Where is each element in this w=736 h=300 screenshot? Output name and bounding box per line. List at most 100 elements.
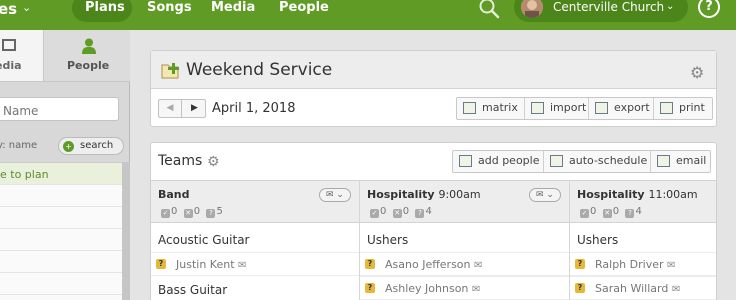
- person-icon: [82, 38, 96, 54]
- unconfirmed-icon: ?: [206, 209, 216, 218]
- team-header: Hospitality 9:00am ✉ ⌄ ✓ 0 ✕ 0 ? 4: [360, 180, 569, 223]
- page-title: Weekend Service: [186, 60, 333, 80]
- tab-people[interactable]: People: [44, 30, 130, 82]
- add-people-button[interactable]: add people: [453, 151, 544, 172]
- search-button[interactable]: + search: [58, 137, 124, 155]
- envelope-icon: [657, 155, 670, 167]
- person-row[interactable]: ? Sarah Willard ✉: [570, 276, 716, 300]
- help-icon[interactable]: ?: [698, 0, 720, 18]
- person-name: Ashley Johnson ✉: [385, 282, 481, 295]
- app-brand[interactable]: es: [0, 0, 17, 18]
- teams-gear-icon[interactable]: ⚙: [207, 154, 220, 170]
- person-row[interactable]: ? Ralph Driver ✉: [570, 252, 716, 276]
- team-email-dropdown[interactable]: ✉ ⌄: [319, 188, 351, 202]
- tab-media[interactable]: edia: [0, 30, 44, 82]
- declined-icon: ✕: [392, 209, 402, 218]
- list-item[interactable]: [0, 229, 122, 251]
- team-header: Hospitality 11:00am ✓ 0 ✕ 0 ? 4: [570, 180, 716, 223]
- search-button-label: search: [80, 140, 114, 151]
- sidebar-scrollbar[interactable]: [122, 162, 130, 300]
- tab-people-label: People: [67, 59, 110, 72]
- previous-plan-button[interactable]: ◀: [159, 100, 182, 117]
- plan-folder-icon: [161, 63, 179, 79]
- team-name: Hospitality 11:00am: [577, 188, 698, 201]
- list-item[interactable]: [0, 251, 122, 273]
- search-plus-icon: +: [63, 141, 74, 152]
- export-icon: [595, 102, 608, 114]
- confirmed-icon: ✓: [370, 209, 379, 218]
- team-header: Band ✉ ⌄ ✓ 0 ✕ 0 ? 5: [151, 180, 359, 223]
- unconfirmed-status-icon: ?: [365, 259, 375, 269]
- position-label: Ushers: [367, 233, 409, 247]
- calendar-icon: [550, 155, 563, 167]
- export-button[interactable]: export: [589, 98, 654, 119]
- date-navigator: ◀ ▶: [158, 99, 206, 118]
- person-name: Asano Jefferson ✉: [385, 258, 483, 271]
- add-people-icon: [459, 155, 472, 167]
- search-icon[interactable]: [478, 0, 500, 19]
- position-label: Acoustic Guitar: [158, 233, 250, 247]
- position-label: Ushers: [577, 233, 619, 247]
- next-plan-button[interactable]: ▶: [183, 100, 206, 117]
- declined-icon: ✕: [602, 209, 612, 218]
- brand-chevron-down-icon[interactable]: ⌄: [22, 1, 31, 14]
- confirmed-icon: ✓: [161, 209, 170, 218]
- team-counts: ✓ 0 ✕ 0 ? 4: [370, 206, 432, 218]
- matrix-button[interactable]: matrix: [457, 98, 525, 119]
- confirmed-icon: ✓: [580, 209, 589, 218]
- nav-media[interactable]: Media: [211, 0, 255, 15]
- name-search-input[interactable]: [0, 97, 119, 121]
- import-label: import: [550, 101, 587, 114]
- import-icon: [531, 102, 544, 114]
- top-nav: es ⌄ Plans Songs Media People Centervill…: [0, 0, 736, 30]
- person-name: Justin Kent ✉: [176, 258, 247, 271]
- unconfirmed-status-icon: ?: [156, 259, 166, 269]
- plan-date: April 1, 2018: [212, 101, 296, 116]
- envelope-icon: ✉: [474, 260, 483, 271]
- unconfirmed-status-icon: ?: [575, 283, 585, 293]
- envelope-icon: ✉: [667, 260, 676, 271]
- list-item[interactable]: e to plan: [0, 163, 122, 185]
- team-email-dropdown[interactable]: ✉ ⌄: [529, 188, 561, 202]
- list-item-label: e to plan: [0, 168, 49, 181]
- printer-icon: [660, 102, 673, 114]
- person-row[interactable]: ? Justin Kent ✉: [151, 252, 359, 276]
- list-item[interactable]: [0, 185, 122, 207]
- unconfirmed-icon: ?: [625, 209, 635, 218]
- position-label: Bass Guitar: [158, 283, 228, 297]
- auto-schedule-button[interactable]: auto-schedule: [544, 151, 651, 172]
- team-column-band: Band ✉ ⌄ ✓ 0 ✕ 0 ? 5 Acoustic Guitar ? Just…: [151, 180, 360, 300]
- list-item[interactable]: [0, 207, 122, 229]
- envelope-icon: ✉: [471, 284, 481, 295]
- nav-songs[interactable]: Songs: [147, 0, 192, 15]
- org-chevron-down-icon[interactable]: ⌄: [666, 1, 674, 12]
- nav-people[interactable]: People: [279, 0, 329, 15]
- teams-title: Teams: [158, 153, 203, 169]
- matrix-icon: [463, 102, 476, 114]
- person-row[interactable]: ? Asano Jefferson ✉: [360, 252, 569, 276]
- print-button[interactable]: print: [654, 98, 712, 119]
- sidebar: edia People y: name + search e to plan: [0, 30, 130, 300]
- team-name: Hospitality 9:00am: [367, 188, 481, 201]
- print-label: print: [679, 101, 705, 114]
- team-counts: ✓ 0 ✕ 0 ? 5: [161, 206, 223, 218]
- unconfirmed-icon: ?: [415, 209, 425, 218]
- email-button[interactable]: email: [651, 151, 710, 172]
- email-label: email: [676, 154, 707, 167]
- envelope-icon: ✉: [671, 284, 681, 295]
- team-column-hospitality-9am: Hospitality 9:00am ✉ ⌄ ✓ 0 ✕ 0 ? 4 Ushers ?…: [360, 180, 570, 300]
- envelope-icon: ✉: [238, 260, 247, 271]
- unconfirmed-status-icon: ?: [575, 259, 585, 269]
- import-button[interactable]: import: [525, 98, 589, 119]
- declined-icon: ✕: [183, 209, 193, 218]
- plan-toolbar: matrix import export print: [456, 97, 713, 120]
- nav-plans[interactable]: Plans: [85, 0, 125, 15]
- film-icon: [2, 39, 16, 51]
- person-row[interactable]: ? Ashley Johnson ✉: [360, 276, 569, 300]
- sort-label[interactable]: y: name: [0, 140, 37, 151]
- people-list: e to plan: [0, 162, 122, 300]
- person-name: Ralph Driver ✉: [595, 258, 676, 271]
- gear-icon[interactable]: ⚙: [690, 63, 704, 82]
- org-name[interactable]: Centerville Church: [553, 0, 664, 14]
- list-item[interactable]: [0, 273, 122, 295]
